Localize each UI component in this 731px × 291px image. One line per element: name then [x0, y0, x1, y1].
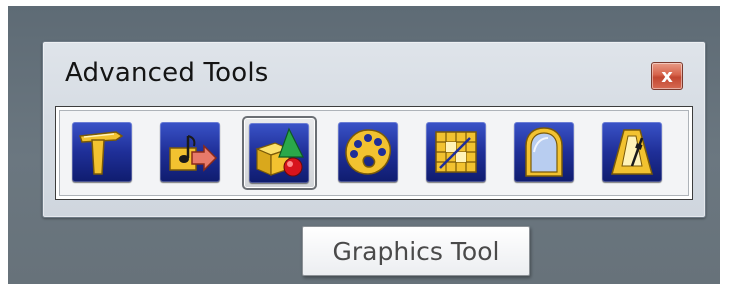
import-music-tool-button[interactable]	[154, 116, 229, 190]
graphics-tool-button[interactable]	[242, 116, 317, 190]
arch-frame-tool-button[interactable]	[508, 116, 583, 190]
tooltip-text: Graphics Tool	[332, 236, 500, 266]
palette-icon	[338, 122, 398, 182]
hammer-icon	[72, 122, 132, 182]
palette-title: Advanced Tools	[65, 58, 269, 88]
close-icon: x	[661, 65, 673, 87]
palette-tool-button[interactable]	[332, 116, 407, 190]
close-button[interactable]: x	[651, 62, 683, 90]
arch-frame-icon	[514, 122, 574, 182]
desktop: Advanced Tools x Graphics Tool	[0, 0, 731, 291]
advanced-tools-palette: Advanced Tools x	[42, 41, 706, 218]
toolbar	[55, 106, 693, 200]
hammer-tool-button[interactable]	[66, 116, 141, 190]
metronome-tool-button[interactable]	[596, 116, 671, 190]
tooltip: Graphics Tool	[302, 226, 530, 276]
grid-edit-tool-button[interactable]	[420, 116, 495, 190]
graphics-icon	[249, 123, 309, 183]
import-music-icon	[160, 122, 220, 182]
grid-edit-icon	[426, 122, 486, 182]
metronome-icon	[602, 122, 662, 182]
